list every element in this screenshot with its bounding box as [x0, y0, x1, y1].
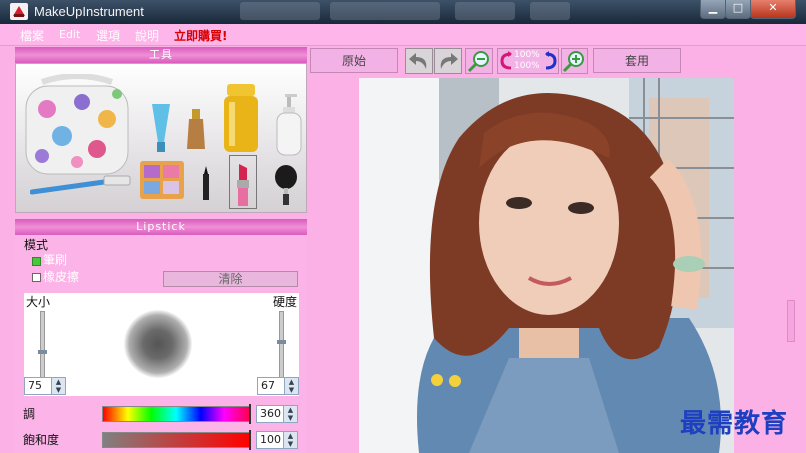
size-spinbox[interactable]: 75 ▲ ▼ — [24, 377, 66, 395]
toothbrush-icon[interactable] — [30, 174, 134, 196]
portrait-photo — [359, 78, 734, 453]
original-button[interactable]: 原始 — [310, 48, 398, 73]
saturation-value: 100 — [260, 433, 281, 446]
eraser-radio[interactable] — [32, 273, 41, 282]
brush-preview-circle — [124, 310, 192, 378]
rotate-left-icon — [500, 51, 512, 70]
rotate-right-icon — [545, 51, 557, 70]
zoom-out-icon — [467, 51, 489, 73]
zoom-in-button[interactable] — [561, 48, 588, 74]
hardness-value: 67 — [261, 379, 275, 392]
size-slider-thumb[interactable] — [38, 349, 47, 354]
lipstick-tool-icon[interactable] — [229, 155, 257, 209]
menu-help[interactable]: 說明 — [135, 27, 159, 44]
hue-slider[interactable] — [102, 406, 250, 422]
eyeliner-icon[interactable] — [199, 166, 213, 202]
size-spin-arrows[interactable]: ▲ ▼ — [51, 378, 65, 394]
undo-button[interactable] — [405, 48, 433, 74]
hardness-slider-track[interactable] — [279, 311, 284, 381]
close-button[interactable]: ✕ — [750, 0, 796, 19]
app-logo-icon — [10, 3, 28, 20]
hardness-spin-arrows[interactable]: ▲ ▼ — [284, 378, 298, 394]
maximize-button[interactable]: □ — [725, 0, 751, 19]
size-label: 大小 — [26, 295, 51, 309]
saturation-spinbox[interactable]: 100 ▲ ▼ — [256, 431, 298, 449]
hue-spin-arrows[interactable]: ▲ ▼ — [283, 406, 297, 422]
eyeshadow-palette-icon[interactable] — [138, 159, 186, 201]
apply-button[interactable]: 套用 — [593, 48, 681, 73]
hardness-label: 硬度 — [273, 295, 298, 309]
clear-button[interactable]: 清除 — [163, 271, 298, 287]
menu-edit[interactable]: Edit — [59, 28, 80, 41]
saturation-slider[interactable] — [102, 432, 250, 448]
window-title: MakeUpInstrument — [34, 4, 144, 19]
hue-spinbox[interactable]: 360 ▲ ▼ — [256, 405, 298, 423]
makeup-bag-icon[interactable] — [22, 74, 132, 179]
eraser-option-label[interactable]: 橡皮擦 — [43, 268, 79, 285]
brush-option-label[interactable]: 筆刷 — [43, 251, 67, 268]
redo-button[interactable] — [434, 48, 462, 74]
foundation-bottle-icon[interactable] — [186, 109, 206, 151]
hardness-spinbox[interactable]: 67 ▲ ▼ — [257, 377, 299, 395]
menu-file[interactable]: 檔案 — [20, 27, 44, 44]
photo-canvas[interactable] — [359, 78, 734, 453]
saturation-spin-arrows[interactable]: ▲ ▼ — [283, 432, 297, 448]
saturation-label: 飽和度 — [23, 433, 60, 447]
redo-icon — [440, 53, 458, 69]
menu-buy-now[interactable]: 立即購買! — [174, 27, 227, 44]
menu-options[interactable]: 選項 — [96, 27, 120, 44]
zoom-in-icon — [562, 51, 584, 73]
brush-preview-area: 大小 硬度 75 ▲ ▼ 67 ▲ ▼ — [24, 293, 299, 396]
tools-panel-header: 工具 — [15, 47, 307, 63]
tools-panel — [15, 63, 307, 213]
cream-tube-icon[interactable] — [150, 104, 172, 154]
minimize-button[interactable]: ▁ — [700, 0, 726, 19]
hue-slider-thumb[interactable] — [249, 404, 251, 424]
watermark-text: 最需教育 — [680, 409, 789, 439]
menu-bar: 檔案 Edit 選項 說明 立即購買! — [0, 24, 806, 46]
hardness-slider-thumb[interactable] — [277, 339, 286, 344]
lipstick-panel: 模式 筆刷 橡皮擦 清除 大小 硬度 75 ▲ ▼ 67 ▲ ▼ 調 360 ▲ ▼ … — [15, 235, 307, 453]
undo-icon — [409, 53, 427, 69]
zoom-top-label: 100% — [514, 50, 540, 60]
brush-radio[interactable] — [32, 257, 41, 266]
zoom-reset-button[interactable]: 100% 100% — [497, 48, 559, 74]
makeup-brush-icon[interactable] — [272, 164, 300, 206]
pump-bottle-icon[interactable] — [274, 94, 304, 156]
right-scroll-handle[interactable] — [787, 300, 795, 342]
saturation-slider-thumb[interactable] — [249, 430, 251, 450]
lotion-bottle-icon[interactable] — [223, 84, 259, 154]
hue-label: 調 — [23, 407, 36, 421]
lipstick-panel-header: Lipstick — [15, 219, 307, 235]
zoom-out-button[interactable] — [465, 48, 493, 74]
size-value: 75 — [28, 379, 42, 392]
title-bar[interactable]: MakeUpInstrument ▁ □ ✕ — [0, 0, 806, 24]
size-slider-track[interactable] — [40, 311, 45, 381]
zoom-bottom-label: 100% — [514, 61, 540, 71]
hue-value: 360 — [260, 407, 281, 420]
